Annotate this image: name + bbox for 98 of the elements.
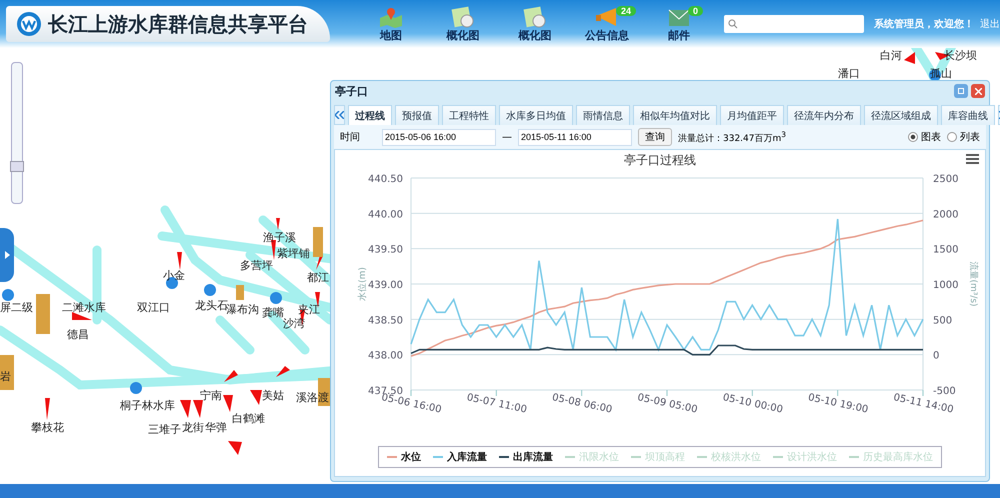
view-radio[interactable]: 图表 <box>908 130 941 144</box>
axis-tick-label: 438.50 <box>368 315 403 326</box>
axis-tick-label: 05-10 00:00 <box>722 392 784 416</box>
axis-tick-label: -500 <box>933 386 956 397</box>
count-badge: 24 <box>616 6 636 16</box>
place-label: 白河 <box>880 48 902 63</box>
close-button[interactable] <box>971 84 985 98</box>
axis-tick-label: 05-10 19:00 <box>807 392 870 416</box>
axis-tick-label: 439.50 <box>368 244 403 256</box>
place-label: 潘口 <box>838 66 860 81</box>
axis-title: 流量(m³/s) <box>968 261 978 307</box>
nav-button[interactable]: 概化图 <box>504 6 566 42</box>
logo-icon <box>16 11 42 37</box>
place-label: 小金 <box>163 268 185 283</box>
axis-tick-label: 1500 <box>933 244 958 256</box>
place-label: 屏二级 <box>0 300 33 315</box>
search-icon <box>728 19 738 29</box>
tab[interactable]: 径流区域组成 <box>864 105 938 125</box>
place-label: 二滩水库 <box>62 300 106 315</box>
place-label: 美姑 <box>262 388 284 403</box>
minimize-button[interactable] <box>954 84 968 98</box>
legend-item[interactable]: 入库流量 <box>433 450 487 464</box>
axis-tick-label: 2000 <box>933 209 958 220</box>
place-label: 宁南 <box>200 388 222 403</box>
nav-button[interactable]: 0 邮件 <box>648 6 710 42</box>
search-field[interactable] <box>724 15 864 33</box>
end-time-field[interactable]: 2015-05-11 16:00 <box>518 128 632 146</box>
place-label: 溪洛渡 <box>296 390 329 405</box>
place-label: 都江 <box>307 270 329 285</box>
close-icon <box>974 88 982 94</box>
zoom-slider[interactable] <box>11 62 23 204</box>
tab[interactable]: 水库多日均值 <box>499 105 573 125</box>
count-badge: 0 <box>688 6 704 16</box>
tab[interactable]: 月均值距平 <box>720 105 784 125</box>
place-label: 孤山 <box>930 66 952 81</box>
place-label: 渔子溪 <box>263 230 296 245</box>
start-time-field[interactable]: 2015-05-06 16:00 <box>382 128 496 146</box>
place-label: 三堆子 <box>148 422 181 437</box>
axis-tick-label: 05-09 05:00 <box>636 392 698 416</box>
axis-tick-label: 05-06 16:00 <box>380 392 442 416</box>
welcome-text: 系统管理员，欢迎您！ <box>874 17 974 31</box>
place-label: 双江口 <box>137 300 170 315</box>
double-chevron-left-icon <box>335 111 344 119</box>
axis-tick-label: 05-08 06:00 <box>551 392 614 416</box>
range-separator: — <box>502 132 512 142</box>
scroll-left-button[interactable] <box>334 105 345 125</box>
legend-item[interactable]: 出库流量 <box>499 450 553 464</box>
place-label: 紫坪铺 <box>277 246 310 261</box>
place-label: 瀑布沟 <box>226 303 259 317</box>
place-label: 龚嘴 <box>262 305 284 319</box>
map-icon <box>379 6 403 28</box>
axis-tick-label: 05-07 11:00 <box>466 392 528 416</box>
tab[interactable]: 工程特性 <box>442 105 496 125</box>
nav-button[interactable]: 24 公告信息 <box>576 6 638 42</box>
time-label: 时间 <box>340 130 361 144</box>
legend-item[interactable]: 水位 <box>387 450 421 464</box>
axis-tick-label: 440.50 <box>368 174 403 185</box>
tab[interactable]: 过程线 <box>348 105 392 125</box>
tab[interactable]: 预报值 <box>395 105 439 125</box>
place-label: 长沙坝 <box>944 48 977 63</box>
flood-total-text: 洪量总计：332.47百万m$^{3}$ <box>678 130 786 144</box>
tab[interactable]: 雨情信息 <box>576 105 630 125</box>
axis-tick-label: 1000 <box>933 280 958 291</box>
place-label: 龙头石 <box>195 298 228 312</box>
place-label: 岩 <box>0 369 11 384</box>
place-label: 华弹 <box>205 420 227 435</box>
nav-button[interactable]: 地图 <box>360 6 422 42</box>
axis-title: 水位(m) <box>358 267 368 301</box>
view-radio[interactable]: 列表 <box>947 130 980 144</box>
window-title: 亭子口 <box>335 84 369 98</box>
app-title: 长江上游水库群信息共享平台 <box>48 10 308 38</box>
tab[interactable]: 库容曲线 <box>941 105 995 125</box>
caret-icon <box>4 251 10 259</box>
axis-tick-label: 439.00 <box>368 280 403 291</box>
place-label: 夹江 <box>298 302 320 317</box>
axis-tick-label: 0 <box>933 350 940 362</box>
diagram-icon <box>523 6 547 28</box>
axis-tick-label: 438.00 <box>368 350 403 362</box>
place-label: 龙街 <box>182 420 204 435</box>
tab[interactable]: 径流年内分布 <box>787 105 861 125</box>
chart-title: 亭子口过程线 <box>624 152 696 168</box>
expand-panel-button[interactable] <box>0 228 14 282</box>
place-label: 白鹤滩 <box>232 411 265 426</box>
place-label: 桐子林水库 <box>120 398 175 413</box>
axis-tick-label: 440.00 <box>368 209 403 220</box>
diagram-icon <box>451 6 475 28</box>
place-label: 德昌 <box>67 327 89 342</box>
tab[interactable]: 相似年均值对比 <box>633 105 717 125</box>
place-label: 多营坪 <box>240 258 273 273</box>
axis-tick-label: 2500 <box>933 174 958 185</box>
nav-button[interactable]: 概化图 <box>432 6 494 42</box>
place-label: 攀枝花 <box>31 420 64 435</box>
minimize-icon <box>958 88 964 94</box>
menu-button[interactable] <box>966 154 979 164</box>
query-button[interactable]: 查询 <box>638 128 672 146</box>
axis-tick-label: 500 <box>933 315 952 326</box>
place-label: 沙湾 <box>283 317 305 331</box>
menu-icon <box>966 154 979 164</box>
